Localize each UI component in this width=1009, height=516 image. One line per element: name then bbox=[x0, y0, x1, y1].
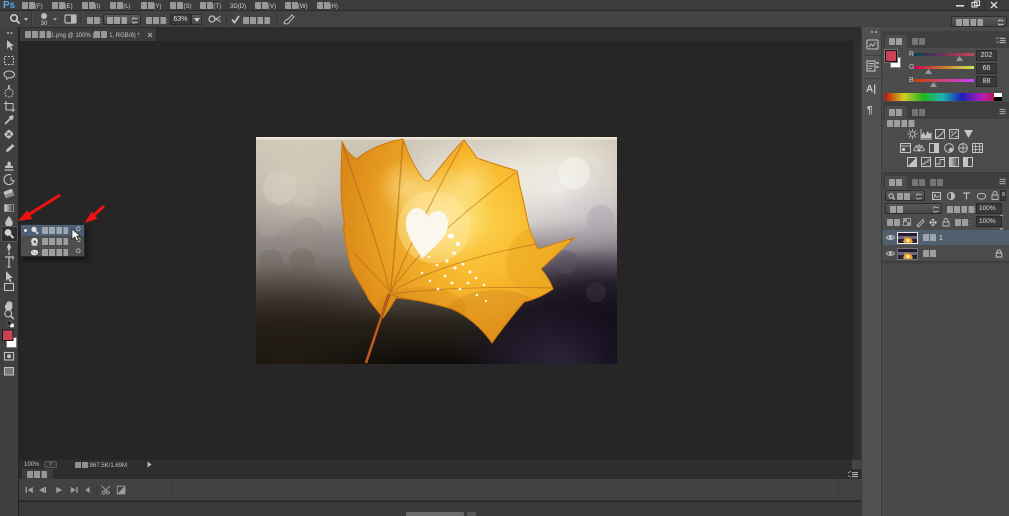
svg-text:30: 30 bbox=[41, 21, 48, 26]
